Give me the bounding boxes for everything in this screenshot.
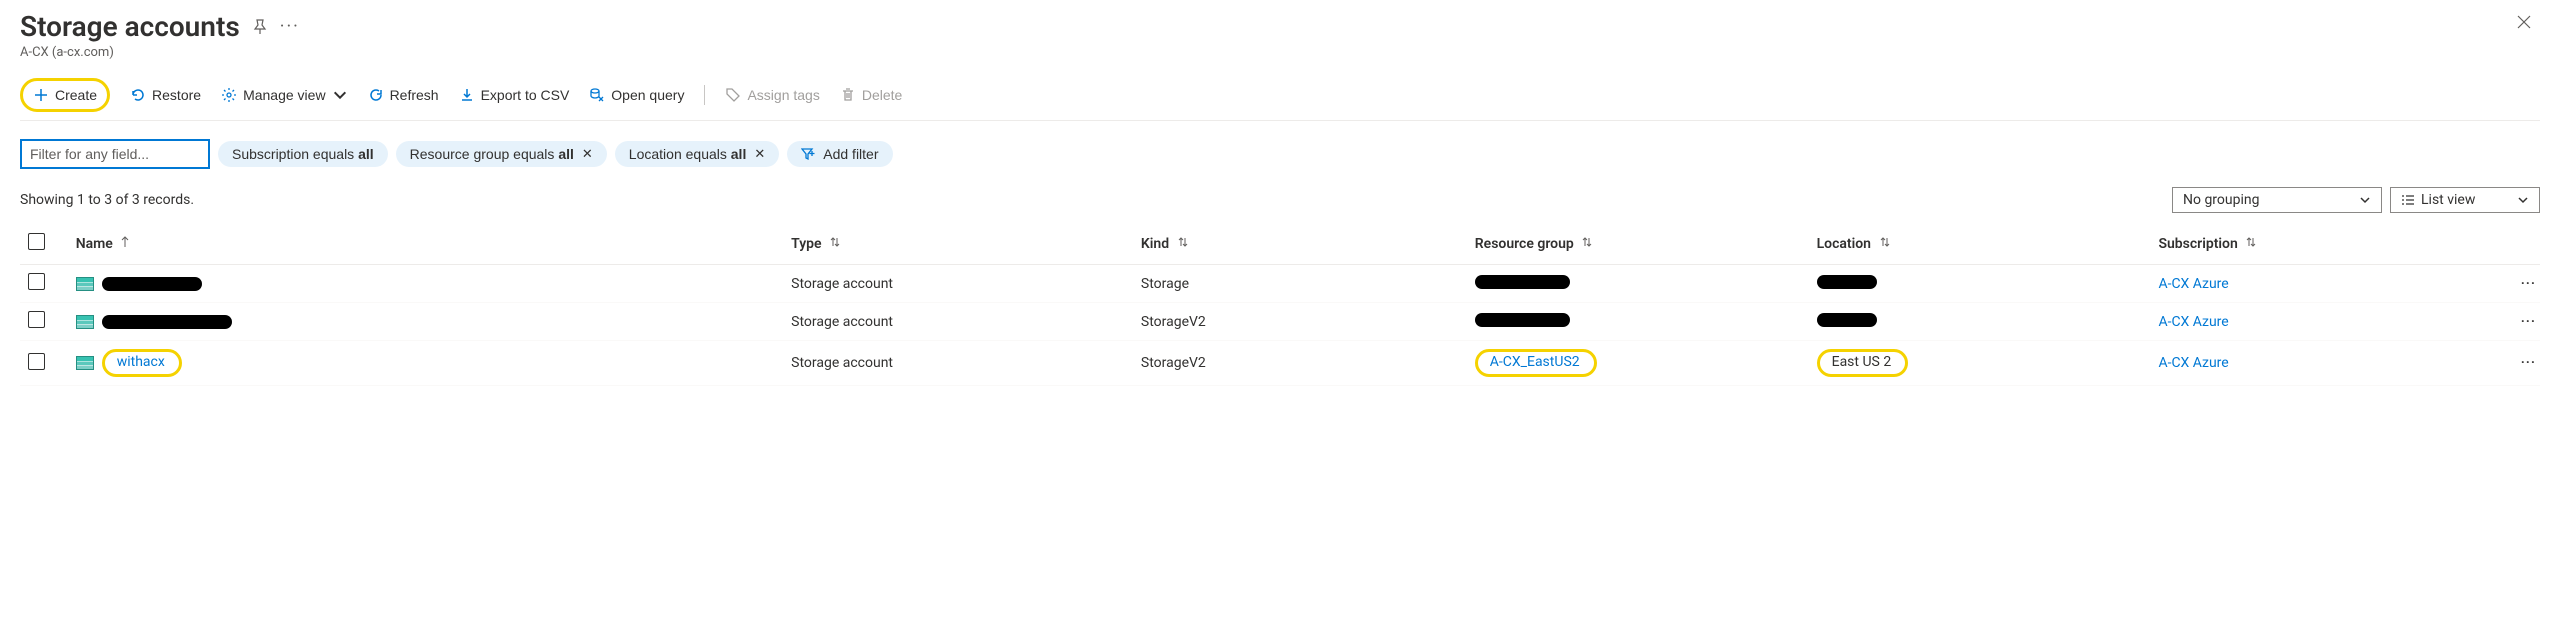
kind-cell: StorageV2	[1133, 303, 1467, 341]
column-header-name[interactable]: Name	[68, 223, 783, 265]
subscription-link[interactable]: A-CX Azure	[2158, 314, 2228, 330]
chevron-down-icon	[2359, 194, 2371, 206]
create-button[interactable]: Create	[33, 83, 97, 107]
open-query-label: Open query	[611, 87, 684, 103]
grouping-dropdown[interactable]: No grouping	[2172, 187, 2382, 213]
column-header-location[interactable]: Location	[1809, 223, 2151, 265]
filter-pill-subscription[interactable]: Subscription equals all	[218, 141, 388, 167]
resource-name-link[interactable]: withacx	[117, 354, 165, 370]
sort-icon	[1879, 236, 1891, 248]
annotation-highlight: East US 2	[1817, 349, 1909, 377]
assign-tags-label: Assign tags	[747, 87, 819, 103]
row-checkbox[interactable]	[28, 311, 45, 328]
type-cell: Storage account	[783, 303, 1133, 341]
subscription-link[interactable]: A-CX Azure	[2158, 276, 2228, 292]
row-more-icon[interactable]: ···	[2492, 341, 2540, 386]
type-cell: Storage account	[783, 265, 1133, 303]
redacted-text	[102, 315, 232, 329]
location-cell: East US 2	[1832, 354, 1892, 370]
annotation-highlight: Create	[20, 78, 110, 112]
close-icon[interactable]	[2508, 10, 2540, 34]
redacted-text	[1475, 275, 1570, 289]
restore-button[interactable]: Restore	[130, 83, 201, 107]
manage-view-label: Manage view	[243, 87, 326, 103]
sort-icon	[829, 236, 841, 248]
sort-asc-icon	[120, 236, 130, 248]
storage-account-icon	[76, 315, 94, 329]
column-header-subscription[interactable]: Subscription	[2150, 223, 2492, 265]
row-more-icon[interactable]: ···	[2492, 303, 2540, 341]
delete-label: Delete	[862, 87, 902, 103]
remove-filter-icon[interactable]: ✕	[754, 146, 765, 162]
page-title: Storage accounts	[20, 10, 240, 43]
more-icon[interactable]: ···	[280, 16, 300, 37]
add-filter-button[interactable]: Add filter	[787, 141, 892, 167]
chevron-down-icon	[332, 87, 348, 103]
table-row[interactable]: Storage accountStorage A-CX Azure ···	[20, 265, 2540, 303]
storage-account-icon	[76, 356, 94, 370]
redacted-text	[1817, 275, 1877, 289]
filter-input[interactable]	[20, 139, 210, 169]
row-checkbox[interactable]	[28, 353, 45, 370]
delete-button: Delete	[840, 83, 902, 107]
kind-cell: StorageV2	[1133, 341, 1467, 386]
resource-group-link[interactable]: A-CX_EastUS2	[1490, 354, 1580, 370]
sort-icon	[1177, 236, 1189, 248]
record-count-text: Showing 1 to 3 of 3 records.	[20, 192, 194, 208]
toolbar-separator	[704, 85, 705, 105]
filter-pill-resource-group[interactable]: Resource group equals all ✕	[396, 141, 607, 167]
directory-subtitle: A-CX (a-cx.com)	[20, 45, 300, 60]
redacted-text	[102, 277, 202, 291]
refresh-button[interactable]: Refresh	[368, 83, 439, 107]
filter-bar: Subscription equals all Resource group e…	[20, 139, 2540, 169]
restore-label: Restore	[152, 87, 201, 103]
filter-pill-location[interactable]: Location equals all ✕	[615, 141, 779, 167]
redacted-text	[1817, 313, 1877, 327]
table-row[interactable]: withacx Storage accountStorageV2 A-CX_East…	[20, 341, 2540, 386]
type-cell: Storage account	[783, 341, 1133, 386]
manage-view-button[interactable]: Manage view	[221, 83, 348, 107]
row-more-icon[interactable]: ···	[2492, 265, 2540, 303]
refresh-label: Refresh	[390, 87, 439, 103]
create-label: Create	[55, 87, 97, 103]
export-csv-button[interactable]: Export to CSV	[459, 83, 570, 107]
view-mode-dropdown[interactable]: List view	[2390, 187, 2540, 213]
column-header-type[interactable]: Type	[783, 223, 1133, 265]
table-row[interactable]: Storage accountStorageV2 A-CX Azure ···	[20, 303, 2540, 341]
command-bar: Create Restore Manage view Refresh Expor…	[20, 78, 2540, 121]
column-header-resource-group[interactable]: Resource group	[1467, 223, 1809, 265]
annotation-highlight: A-CX_EastUS2	[1475, 349, 1597, 377]
export-label: Export to CSV	[481, 87, 570, 103]
open-query-button[interactable]: Open query	[589, 83, 684, 107]
kind-cell: Storage	[1133, 265, 1467, 303]
row-checkbox[interactable]	[28, 273, 45, 290]
select-all-checkbox[interactable]	[28, 233, 45, 250]
remove-filter-icon[interactable]: ✕	[582, 146, 593, 162]
assign-tags-button: Assign tags	[725, 83, 819, 107]
pin-icon[interactable]	[252, 19, 268, 35]
subscription-link[interactable]: A-CX Azure	[2158, 355, 2228, 371]
sort-icon	[1581, 236, 1593, 248]
storage-account-icon	[76, 277, 94, 291]
redacted-text	[1475, 313, 1570, 327]
sort-icon	[2245, 236, 2257, 248]
chevron-down-icon	[2517, 194, 2529, 206]
column-header-kind[interactable]: Kind	[1133, 223, 1467, 265]
annotation-highlight: withacx	[102, 349, 182, 377]
storage-accounts-table: Name Type Kind Resource group Location S…	[20, 223, 2540, 386]
